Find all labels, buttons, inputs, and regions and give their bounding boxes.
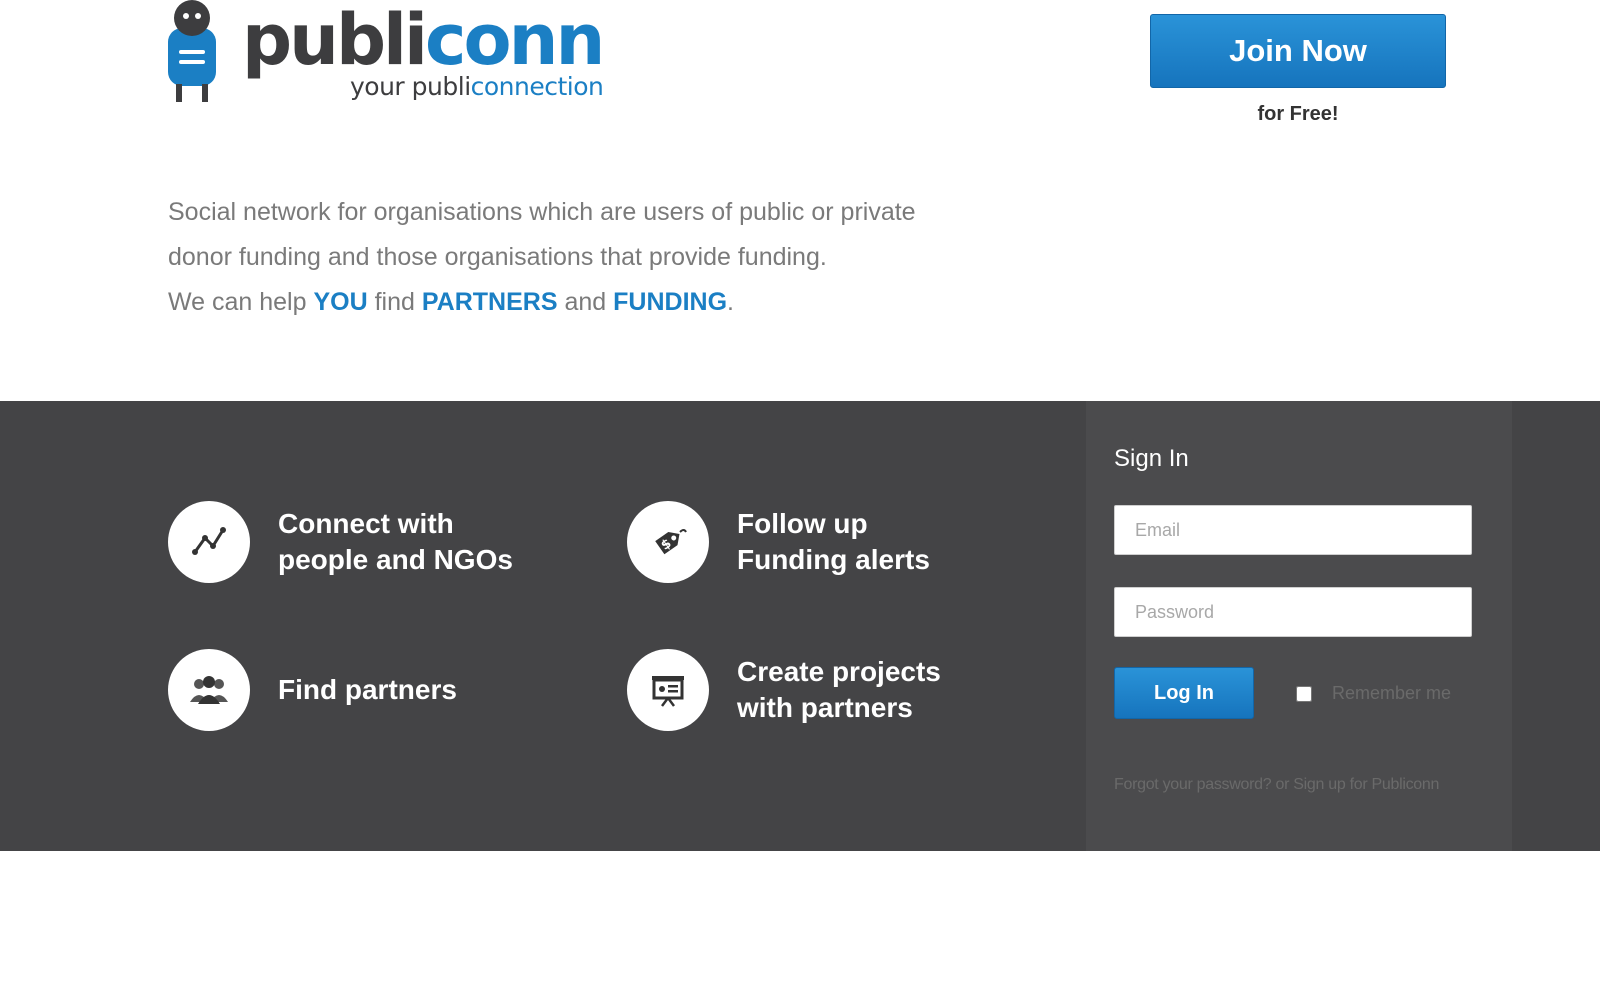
tagline-part1: your publi [350,72,471,101]
feature-projects-line2: with partners [737,692,913,723]
tagline-part2: connection [470,72,604,101]
features-band: Connect with people and NGOs $ Follow up… [0,401,1600,851]
brand-name-part1: publi [242,0,428,81]
intro-find: find [367,288,422,316]
remember-me-checkbox[interactable] [1296,685,1312,702]
intro-line-3: We can help YOU find PARTNERS and FUNDIN… [168,280,1048,325]
brand-name-part2: conn [425,0,605,81]
feature-funding-alerts: $ Follow up Funding alerts [627,501,1047,583]
intro-period: . [727,288,734,316]
log-in-button[interactable]: Log In [1114,667,1254,719]
intro-line-1: Social network for organisations which a… [168,198,916,226]
network-chart-icon [192,527,226,555]
intro-line-2: donor funding and those organisations th… [168,243,827,271]
remember-me-label[interactable]: Remember me [1332,683,1451,704]
feature-projects-circle [627,649,709,731]
brand-tagline: your publiconnection [350,72,604,101]
signin-help-links: Forgot your password? or Sign up for Pub… [1114,776,1439,794]
email-field[interactable] [1114,505,1472,555]
highlight-you: YOU [313,288,368,316]
feature-connect-line2: people and NGOs [278,544,513,575]
highlight-funding: FUNDING [613,288,728,316]
remember-me-option: Remember me [1296,683,1451,704]
feature-connect-label: Connect with people and NGOs [278,506,588,578]
feature-create-projects: Create projects with partners [627,649,1047,731]
feature-projects-line1: Create projects [737,656,941,687]
people-group-icon [190,676,228,704]
join-now-button[interactable]: Join Now [1150,14,1446,88]
feature-funding-line1: Follow up [737,508,868,539]
mascot-logo-icon [168,0,216,102]
feature-funding-line2: Funding alerts [737,544,930,575]
or-text: or [1271,776,1294,793]
feature-connect-line1: Connect with [278,508,454,539]
publiconn-logo[interactable]: publiconn your publiconnection [164,0,644,110]
highlight-partners: PARTNERS [421,288,558,316]
presentation-board-icon [652,676,684,707]
feature-find-partners: Find partners [168,649,588,731]
intro-prefix: We can help [168,288,314,316]
signin-title: Sign In [1114,445,1189,472]
forgot-password-link[interactable]: Forgot your password? [1114,776,1272,793]
join-subtext: for Free! [1257,103,1339,125]
price-tag-icon: $ [655,529,687,555]
landing-page: publiconn your publiconnection Join Now … [0,0,1600,1000]
feature-partners-label: Find partners [278,672,588,708]
feature-projects-label: Create projects with partners [737,654,1047,726]
feature-partners-line1: Find partners [278,674,457,705]
feature-connect: Connect with people and NGOs [168,501,588,583]
password-field[interactable] [1114,587,1472,637]
feature-partners-circle [168,649,250,731]
sign-up-link[interactable]: Sign up for Publiconn [1293,776,1439,793]
intro-and: and [557,288,614,316]
feature-funding-circle: $ [627,501,709,583]
feature-funding-label: Follow up Funding alerts [737,506,1047,578]
intro-text: Social network for organisations which a… [168,190,1048,325]
feature-connect-circle [168,501,250,583]
